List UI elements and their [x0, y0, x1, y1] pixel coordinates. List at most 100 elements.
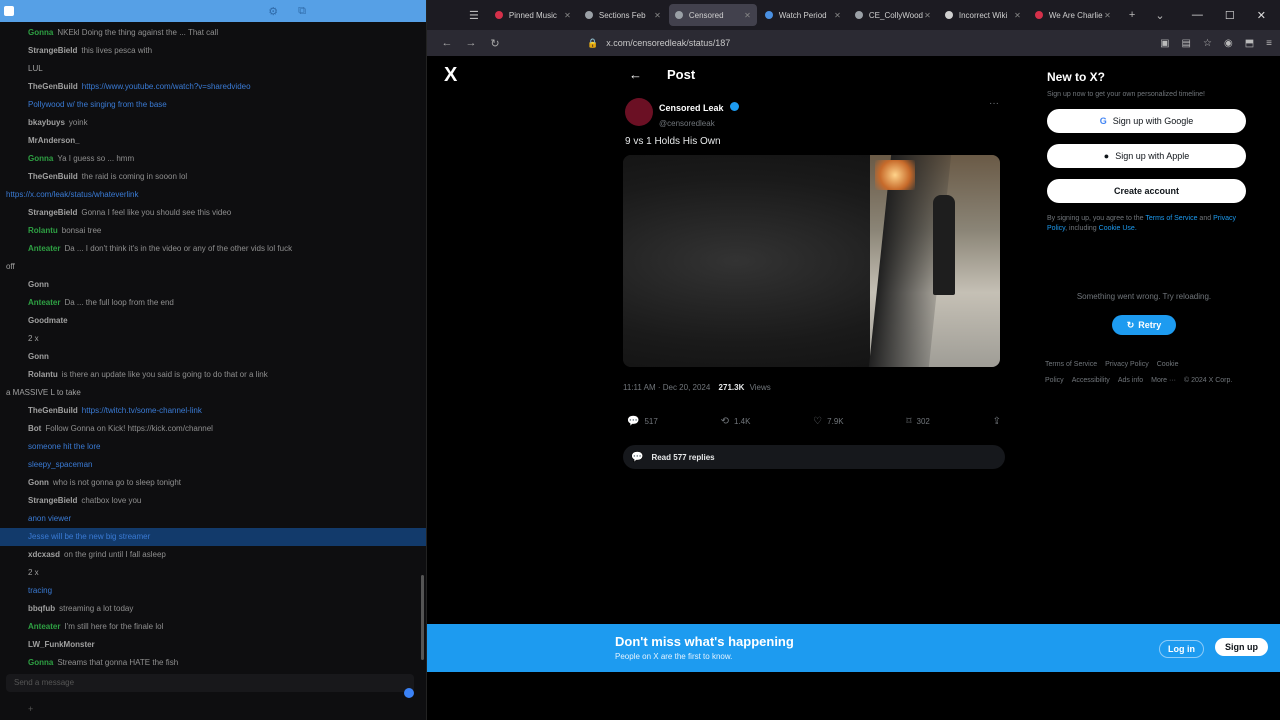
post-video[interactable]: [623, 155, 1000, 367]
reload-icon[interactable]: ↻: [483, 37, 507, 50]
chat-username[interactable]: Anteater: [28, 622, 60, 631]
like-button[interactable]: ♡ 7.9K: [813, 416, 843, 427]
chat-username[interactable]: MrAnderson_: [28, 136, 80, 145]
google-signup-button[interactable]: G Sign up with Google: [1047, 109, 1246, 133]
chat-username[interactable]: Goodmate: [28, 316, 68, 325]
terms-link[interactable]: Terms of Service: [1145, 215, 1197, 222]
login-button[interactable]: Log in: [1159, 640, 1204, 658]
chat-username[interactable]: Anteater: [28, 244, 60, 253]
footer-link[interactable]: Terms of Service: [1045, 361, 1097, 368]
list-all-tabs-button[interactable]: ⌄: [1155, 9, 1164, 22]
extensions-icon[interactable]: ⬒: [1245, 38, 1254, 49]
reader-icon[interactable]: ▤: [1182, 38, 1191, 49]
chat-username[interactable]: Bot: [28, 424, 41, 433]
chat-username[interactable]: Gonna: [28, 28, 53, 37]
chat-link[interactable]: https://www.youtube.com/watch?v=sharedvi…: [82, 82, 251, 91]
chat-username[interactable]: bkaybuys: [28, 118, 65, 127]
chat-username[interactable]: Anteater: [28, 298, 60, 307]
tab-close-icon[interactable]: ✕: [834, 11, 841, 20]
chat-username[interactable]: bbqfub: [28, 604, 55, 613]
cookie-link[interactable]: Cookie Use.: [1099, 225, 1137, 232]
minimize-icon[interactable]: —: [1192, 9, 1203, 22]
avatar[interactable]: [625, 98, 653, 126]
browser-tab[interactable]: Watch Period ✕: [759, 4, 847, 26]
chat-send-button[interactable]: [404, 688, 414, 698]
popout-icon[interactable]: ⧉: [298, 5, 306, 18]
back-icon[interactable]: ←: [435, 37, 459, 49]
chat-text: bonsai tree: [61, 226, 102, 235]
bookmark-button[interactable]: ⌑ 302: [906, 416, 930, 427]
tab-close-icon[interactable]: ✕: [924, 11, 931, 20]
chat-link[interactable]: https://x.com/leak/status/whateverlink: [6, 190, 139, 199]
chat-username[interactable]: StrangeBield: [28, 46, 77, 55]
author-handle[interactable]: @censoredleak: [659, 119, 739, 128]
chat-username[interactable]: StrangeBield: [28, 208, 77, 217]
browser-tab[interactable]: Incorrect Wiki ✕: [939, 4, 1027, 26]
reply-button[interactable]: 💬 517: [627, 416, 658, 427]
chat-username[interactable]: Gonn: [28, 280, 49, 289]
chat-username[interactable]: Rolantu: [28, 226, 58, 235]
repost-button[interactable]: ⟲ 1.4K: [721, 416, 751, 427]
close-icon[interactable]: ✕: [1257, 9, 1266, 22]
maximize-icon[interactable]: ☐: [1225, 9, 1235, 22]
url-bar[interactable]: 🔒 x.com/censoredleak/status/187: [587, 33, 1144, 53]
tab-close-icon[interactable]: ✕: [654, 11, 661, 20]
browser-tab[interactable]: Sections Feb ✕: [579, 4, 667, 26]
read-replies-button[interactable]: 💬 Read 577 replies: [623, 445, 1005, 469]
chat-text: Pollywood w/ the singing from the base: [28, 100, 167, 109]
chat-bottom-label: +: [28, 704, 34, 714]
back-arrow-icon[interactable]: ←: [629, 67, 659, 82]
chat-username[interactable]: Gonn: [28, 478, 49, 487]
new-tab-button[interactable]: +: [1129, 9, 1135, 21]
chat-username[interactable]: Gonna: [28, 658, 53, 667]
chat-username[interactable]: StrangeBield: [28, 496, 77, 505]
footer-link[interactable]: © 2024 X Corp.: [1184, 377, 1232, 384]
tab-overview-icon[interactable]: ☰: [469, 9, 479, 22]
browser-tab[interactable]: We Are Charlie ✕: [1029, 4, 1117, 26]
post-timestamp[interactable]: 11:11 AM · Dec 20, 2024: [623, 383, 710, 392]
chat-message: TheGenBuild https://twitch.tv/some-channe…: [0, 402, 426, 420]
tab-close-icon[interactable]: ✕: [564, 11, 571, 20]
google-icon: G: [1099, 116, 1107, 126]
chat-username[interactable]: TheGenBuild: [28, 406, 78, 415]
screenshot-icon[interactable]: ▣: [1160, 38, 1169, 49]
forward-icon[interactable]: →: [459, 37, 483, 49]
chat-link[interactable]: https://twitch.tv/some-channel-link: [82, 406, 202, 415]
chat-username[interactable]: TheGenBuild: [28, 172, 78, 181]
chat-username[interactable]: xdcxasd: [28, 550, 60, 559]
browser-tab[interactable]: CE_CollyWood ✕: [849, 4, 937, 26]
chat-username[interactable]: Rolantu: [28, 370, 58, 379]
apple-signup-button[interactable]: ● Sign up with Apple: [1047, 144, 1246, 168]
account-icon[interactable]: ◉: [1224, 38, 1233, 49]
signup-button[interactable]: Sign up: [1215, 638, 1268, 656]
bookmark-star-icon[interactable]: ☆: [1203, 38, 1212, 49]
footer-link[interactable]: Accessibility: [1072, 377, 1110, 384]
tab-close-icon[interactable]: ✕: [744, 11, 751, 20]
retry-button[interactable]: ↻ Retry: [1112, 315, 1176, 335]
footer-link[interactable]: Privacy Policy: [1105, 361, 1149, 368]
chat-input[interactable]: Send a message: [6, 674, 414, 692]
chat-username[interactable]: LW_FunkMonster: [28, 640, 95, 649]
create-account-button[interactable]: Create account: [1047, 179, 1246, 203]
tab-close-icon[interactable]: ✕: [1014, 11, 1021, 20]
tab-close-icon[interactable]: ✕: [1104, 11, 1111, 20]
author-name[interactable]: Censored Leak: [659, 103, 724, 113]
chat-text: Ya I guess so ... hmm: [57, 154, 135, 163]
x-logo[interactable]: X: [444, 64, 457, 87]
chat-message: Rolantu bonsai tree: [0, 222, 426, 240]
browser-tab[interactable]: Pinned Music ✕: [489, 4, 577, 26]
more-options-icon[interactable]: ···: [989, 98, 999, 109]
chat-message: anon viewer: [0, 510, 426, 528]
chat-scrollbar[interactable]: [421, 575, 424, 660]
browser-tab[interactable]: Censored ✕: [668, 4, 757, 26]
chat-username[interactable]: Gonna: [28, 154, 53, 163]
footer-link[interactable]: More ···: [1151, 377, 1176, 384]
share-button[interactable]: ⇪: [993, 416, 1001, 427]
chat-username[interactable]: TheGenBuild: [28, 82, 78, 91]
menu-icon[interactable]: ≡: [1266, 38, 1272, 49]
bookmark-count: 302: [916, 417, 930, 426]
settings-icon[interactable]: ⚙: [268, 5, 278, 18]
chat-message-list[interactable]: Gonna NKEkl Doing the thing against the .…: [0, 24, 426, 670]
footer-link[interactable]: Ads info: [1118, 377, 1143, 384]
chat-username[interactable]: Gonn: [28, 352, 49, 361]
